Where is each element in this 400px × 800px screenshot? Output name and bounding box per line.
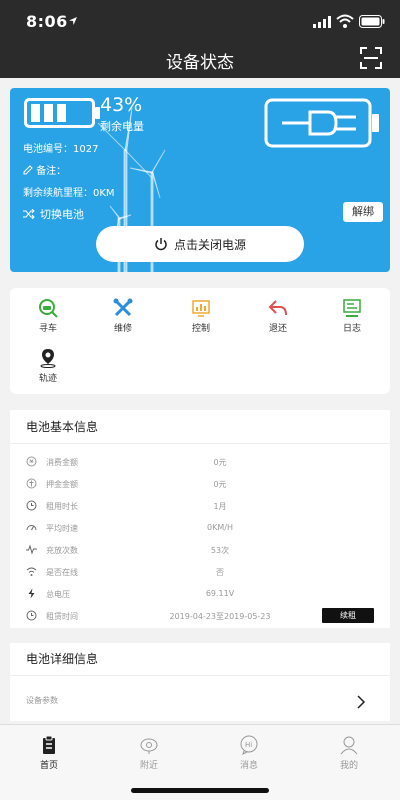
- info-label: 租赁时间: [46, 612, 78, 621]
- home-indicator: [131, 788, 269, 793]
- edit-note-icon: [23, 165, 33, 175]
- unbind-button[interactable]: 解绑: [343, 202, 383, 222]
- find-car-icon: [39, 299, 58, 318]
- battery-detail-info: 电池详细信息 设备参数: [10, 643, 390, 721]
- message-bubble-icon: Hi: [240, 735, 258, 755]
- info-value: 69.11V: [205, 589, 235, 598]
- section-title: 电池基本信息: [10, 410, 390, 444]
- switch-battery-button[interactable]: 切换电池: [23, 206, 84, 222]
- control-chart-icon: [192, 300, 210, 317]
- plug-battery-icon: [264, 98, 379, 148]
- info-row-deposit: 押金金额 0元: [10, 474, 390, 494]
- battery-status-card: 43% 剩余电量 电池编号：1027 备注： 剩余续航里程：0KM 切换电池 解…: [10, 88, 390, 272]
- status-bar: 8:06: [0, 0, 400, 40]
- info-label: 消费金额: [46, 458, 78, 467]
- remaining-charge-label: 剩余电量: [100, 120, 144, 133]
- home-clipboard-icon: [43, 735, 55, 754]
- info-row-cycles: 充放次数 53次: [10, 540, 390, 560]
- section-title: 电池详细信息: [10, 643, 390, 676]
- info-label: 押金金额: [46, 480, 78, 489]
- function-menu: 寻车 维修 控制 退还 日志 轨迹: [10, 288, 390, 394]
- device-params-row[interactable]: 设备参数: [10, 677, 390, 721]
- info-value: 否: [216, 568, 224, 577]
- menu-item-repair[interactable]: 维修: [98, 298, 148, 334]
- location-arrow-icon: [69, 17, 77, 25]
- nearby-location-icon: [140, 738, 158, 754]
- menu-item-return[interactable]: 退还: [253, 298, 303, 334]
- info-label: 租用时长: [46, 502, 78, 511]
- battery-percent: 43%: [100, 94, 143, 116]
- status-time: 8:06: [26, 12, 68, 31]
- money-icon: [26, 456, 37, 467]
- return-arrow-icon: [268, 300, 287, 316]
- menu-label: 维修: [113, 324, 132, 334]
- power-off-label: 点击关闭电源: [173, 237, 246, 252]
- note-field[interactable]: 备注：: [23, 162, 66, 177]
- scan-qr-icon[interactable]: [360, 47, 382, 69]
- menu-item-track[interactable]: 轨迹: [23, 348, 73, 384]
- info-label: 是否在线: [46, 568, 78, 577]
- menu-item-find-car[interactable]: 寻车: [23, 298, 73, 334]
- battery-basic-info: 电池基本信息 消费金额 0元 押金金额 0元 租用时长 1月 平均时速 0KM/…: [10, 410, 390, 628]
- chevron-right-icon: [357, 695, 366, 709]
- remaining-range: 剩余续航里程：0KM: [23, 188, 115, 199]
- tab-profile[interactable]: 我的: [319, 735, 379, 771]
- tab-label: 首页: [39, 761, 58, 771]
- device-params-label: 设备参数: [26, 696, 58, 705]
- menu-label: 控制: [191, 324, 210, 334]
- pulse-icon: [26, 544, 37, 555]
- battery-status-icon: [359, 15, 385, 28]
- switch-battery-label: 切换电池: [40, 208, 84, 221]
- info-row-lease: 租赁时间 2019-04-23至2019-05-23 续租: [10, 606, 390, 626]
- repair-tools-icon: [113, 298, 133, 317]
- battery-level-icon: [24, 98, 100, 128]
- power-off-button[interactable]: 点击关闭电源: [96, 226, 304, 262]
- renew-lease-button[interactable]: 续租: [322, 608, 374, 623]
- signal-icon: [313, 16, 331, 28]
- tab-label: 附近: [139, 761, 158, 771]
- info-label: 总电压: [46, 590, 70, 599]
- info-row-speed: 平均时速 0KM/H: [10, 518, 390, 538]
- info-row-duration: 租用时长 1月: [10, 496, 390, 516]
- lightning-icon: [28, 588, 35, 599]
- battery-number: 电池编号：1027: [23, 144, 99, 155]
- log-monitor-icon: [343, 299, 361, 317]
- track-pin-icon: [40, 349, 56, 368]
- tab-home[interactable]: 首页: [19, 735, 79, 771]
- info-value: 0KM/H: [207, 523, 233, 532]
- wifi-icon: [26, 567, 37, 576]
- menu-label: 寻车: [38, 324, 57, 334]
- profile-person-icon: [340, 736, 358, 755]
- svg-text:Hi: Hi: [245, 741, 252, 749]
- clock-icon: [26, 500, 37, 511]
- tab-messages[interactable]: Hi 消息: [219, 735, 279, 771]
- menu-label: 日志: [342, 324, 361, 334]
- info-label: 充放次数: [46, 546, 78, 555]
- power-icon: [155, 238, 167, 251]
- deposit-icon: [26, 478, 37, 489]
- menu-item-control[interactable]: 控制: [176, 298, 226, 334]
- info-value: 1月: [213, 502, 227, 511]
- info-value: 53次: [210, 546, 230, 555]
- tab-label: 我的: [339, 761, 358, 771]
- info-row-voltage: 总电压 69.11V: [10, 584, 390, 604]
- info-value: 0元: [213, 458, 227, 467]
- info-row-online: 是否在线 否: [10, 562, 390, 582]
- info-value: 0元: [213, 480, 227, 489]
- menu-item-log[interactable]: 日志: [327, 298, 377, 334]
- shuffle-icon: [23, 209, 35, 219]
- tab-label: 消息: [239, 761, 258, 771]
- menu-label: 退还: [268, 324, 287, 334]
- note-label: 备注：: [36, 166, 67, 177]
- top-bar: 8:06 设备状态: [0, 0, 400, 78]
- clock-icon: [26, 610, 37, 621]
- speed-icon: [26, 525, 37, 531]
- info-row-spend: 消费金额 0元: [10, 452, 390, 472]
- info-value: 2019-04-23至2019-05-23: [169, 612, 271, 621]
- tab-nearby[interactable]: 附近: [119, 735, 179, 771]
- info-label: 平均时速: [46, 524, 78, 533]
- wifi-status-icon: [336, 14, 354, 28]
- page-title: 设备状态: [166, 53, 234, 73]
- menu-label: 轨迹: [38, 374, 57, 384]
